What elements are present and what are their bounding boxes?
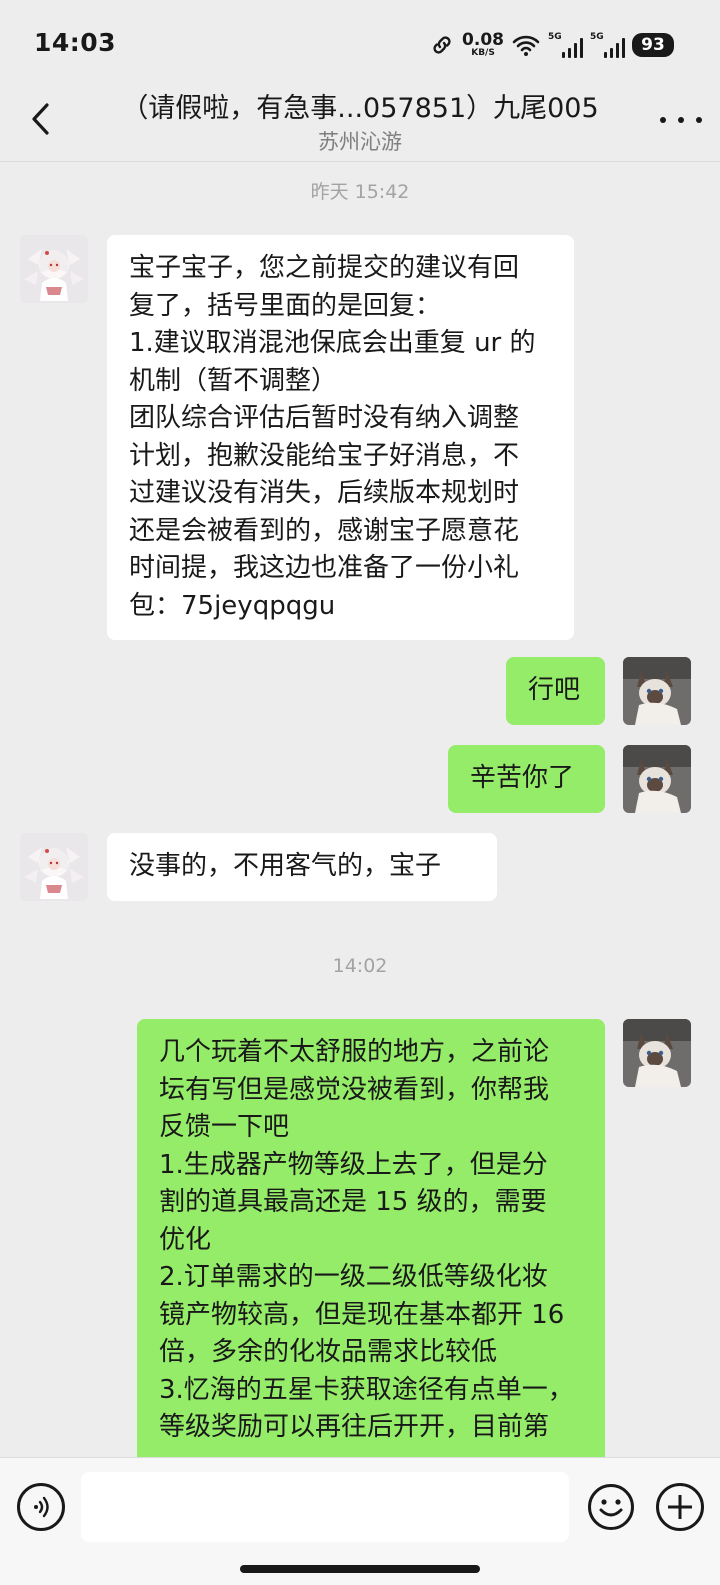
wifi-icon (512, 35, 540, 56)
message-line: 割的道具最高还是 15 级的，需要 (159, 1187, 547, 1217)
contact-avatar[interactable] (20, 833, 88, 901)
message-bubble-incoming[interactable]: 没事的，不用客气的，宝子 (107, 833, 497, 901)
message-line: 复了，括号里面的是回复： (129, 290, 442, 321)
message-line: 3.忆海的五星卡获取途径有点单一， (159, 1374, 574, 1405)
message-bubble-outgoing[interactable]: 行吧 (506, 657, 605, 725)
message-line: 宝子宝子，您之前提交的建议有回 (129, 253, 520, 283)
signal-label: 5G (548, 32, 562, 42)
message-line: 还是会被看到的，感谢宝子愿意花 (129, 515, 520, 546)
message-line: 包：75jeyqpqgu (129, 590, 336, 621)
status-icons: 0.08 KB/S 5G 5G 93 (430, 30, 674, 60)
chevron-left-icon (32, 103, 49, 135)
message-line: 机制（暂不调整） (129, 365, 338, 396)
emoji-icon (588, 1484, 634, 1530)
status-time: 14:03 (34, 28, 117, 57)
input-bar (0, 1457, 720, 1585)
more-dots-icon (660, 117, 666, 123)
chat-header: （请假啦，有急事...057851）九尾005 苏州沁游 (0, 78, 720, 162)
message-line: 反馈一下吧 (159, 1112, 290, 1142)
my-avatar[interactable] (623, 745, 691, 813)
link-icon (433, 36, 451, 54)
message-text: 辛苦你了 (470, 763, 575, 793)
message-text: 行吧 (528, 675, 581, 705)
message-timestamp: 昨天 15:42 (310, 181, 410, 203)
signal-label-2: 5G (590, 32, 604, 42)
message-text: 没事的，不用客气的，宝子 (129, 851, 442, 881)
message-line: 镜产物较高，但是现在基本都开 16 (159, 1299, 565, 1330)
message-line: 几个玩着不太舒服的地方，之前论 (159, 1037, 550, 1067)
message-bubble-outgoing[interactable]: 几个玩着不太舒服的地方，之前论 坛有写但是感觉没被看到，你帮我 反馈一下吧 1.… (137, 1019, 605, 1457)
message-line: 团队综合评估后暂时没有纳入调整 (129, 403, 520, 433)
voice-button[interactable] (17, 1483, 65, 1531)
my-avatar[interactable] (623, 1019, 691, 1087)
chat-subtitle: 苏州沁游 (318, 130, 402, 154)
emoji-button[interactable] (587, 1483, 635, 1531)
net-speed-unit: KB/S (471, 48, 495, 58)
battery-indicator: 93 (632, 33, 674, 57)
back-button[interactable] (22, 96, 58, 142)
message-line: 优化 (159, 1224, 212, 1255)
message-line: 过建议没有消失，后续版本规划时 (129, 478, 520, 508)
my-avatar[interactable] (623, 657, 691, 725)
contact-avatar[interactable] (20, 235, 88, 303)
message-line: 等级奖励可以再往后开开，目前第 (159, 1412, 550, 1442)
plus-button[interactable] (656, 1483, 704, 1531)
message-line: 2.订单需求的一级二级低等级化妆 (159, 1262, 548, 1292)
message-bubble-incoming[interactable]: 宝子宝子，您之前提交的建议有回 复了，括号里面的是回复： 1.建议取消混池保底会… (107, 235, 574, 640)
voice-icon (34, 1496, 49, 1518)
chat-title: （请假啦，有急事...057851）九尾005 (121, 93, 599, 124)
message-bubble-outgoing[interactable]: 辛苦你了 (448, 745, 605, 813)
home-indicator[interactable] (240, 1565, 480, 1573)
message-line: 坛有写但是感觉没被看到，你帮我 (159, 1074, 550, 1105)
message-line: 倍，多余的化妆品需求比较低 (159, 1337, 498, 1367)
message-line: 时间提，我这边也准备了一份小礼 (129, 553, 520, 583)
signal-icon: 5G (548, 32, 583, 58)
signal-icon-2: 5G (590, 32, 625, 58)
net-speed-value: 0.08 (462, 30, 504, 50)
chat-area[interactable]: 昨天 15:42 宝子宝子，您之前提交的建议有回 复了，括号里面的是回复： 1.… (0, 163, 720, 1457)
message-line: 计划，抱歉没能给宝子好消息，不 (129, 440, 520, 471)
net-speed: 0.08 KB/S (462, 32, 504, 58)
message-timestamp: 14:02 (332, 955, 388, 977)
message-input[interactable] (81, 1472, 569, 1542)
more-button[interactable] (660, 102, 702, 138)
message-line: 1.建议取消混池保底会出重复 ur 的 (129, 328, 536, 358)
status-bar: 14:03 0.08 KB/S 5G 5G 93 (0, 0, 720, 78)
message-line: 1.生成器产物等级上去了，但是分 (159, 1149, 548, 1180)
